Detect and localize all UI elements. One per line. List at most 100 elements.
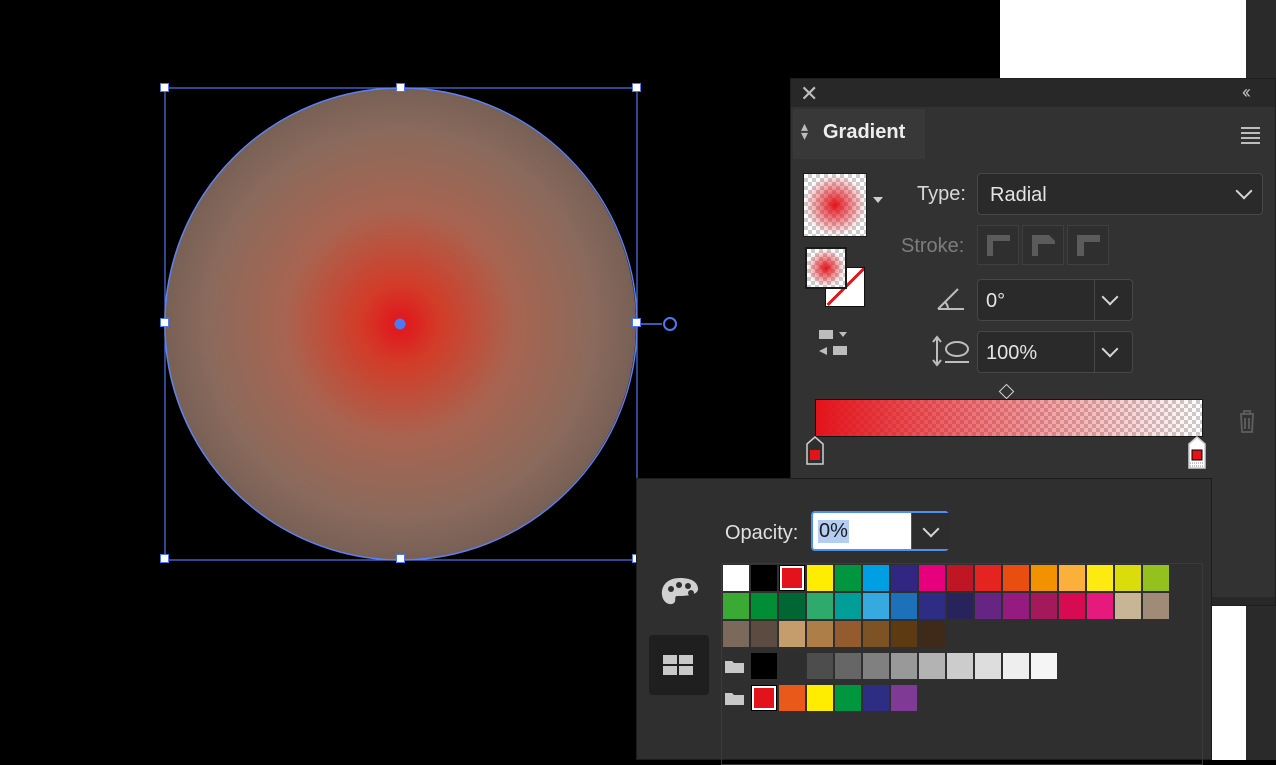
bbox-handle-top[interactable] bbox=[396, 83, 405, 92]
stroke-label: Stroke: bbox=[901, 235, 965, 257]
chevron-down-icon[interactable] bbox=[1101, 340, 1119, 358]
gradient-annotator-origin bbox=[394, 318, 406, 330]
gray-swatch-9[interactable] bbox=[1003, 653, 1029, 679]
swatch-0[interactable] bbox=[723, 565, 749, 591]
type-value: Radial bbox=[990, 184, 1047, 206]
gray-swatch-0[interactable] bbox=[751, 653, 777, 679]
panel-title: Gradient bbox=[823, 121, 906, 143]
swatch-9[interactable] bbox=[975, 593, 1001, 619]
folder-icon bbox=[725, 661, 744, 673]
swatch-13[interactable] bbox=[1087, 565, 1113, 591]
bbox-handle-top-right[interactable] bbox=[632, 83, 641, 92]
swatch-14[interactable] bbox=[1115, 593, 1141, 619]
swatch-0[interactable] bbox=[723, 593, 749, 619]
swatch-5[interactable] bbox=[863, 621, 889, 647]
stroke-across-button[interactable] bbox=[1067, 225, 1109, 265]
bbox-handle-top-left[interactable] bbox=[160, 83, 169, 92]
aspect-ratio-icon bbox=[932, 335, 969, 367]
gray-swatch-3[interactable] bbox=[835, 653, 861, 679]
gray-swatch-5[interactable] bbox=[891, 653, 917, 679]
trash-icon[interactable] bbox=[1237, 409, 1257, 433]
gray-swatch-1[interactable] bbox=[779, 653, 805, 679]
angle-value: 0° bbox=[986, 290, 1006, 312]
swatch-6[interactable] bbox=[891, 593, 917, 619]
swatch-14[interactable] bbox=[1115, 565, 1141, 591]
gray-swatch-4[interactable] bbox=[863, 653, 889, 679]
group-swatch-1[interactable] bbox=[779, 685, 805, 711]
swatch-6[interactable] bbox=[891, 565, 917, 591]
panel-menu-icon[interactable] bbox=[1241, 127, 1260, 144]
gray-swatch-6[interactable] bbox=[919, 653, 945, 679]
group-swatch-5[interactable] bbox=[891, 685, 917, 711]
swatch-15[interactable] bbox=[1143, 593, 1169, 619]
swatch-8[interactable] bbox=[947, 565, 973, 591]
swatch-9[interactable] bbox=[975, 565, 1001, 591]
swatch-12[interactable] bbox=[1059, 565, 1085, 591]
swatch-10[interactable] bbox=[1003, 565, 1029, 591]
gradient-midpoint-diamond[interactable] bbox=[998, 383, 1015, 400]
swatch-7[interactable] bbox=[919, 621, 945, 647]
swatch-1[interactable] bbox=[751, 621, 777, 647]
swatch-13[interactable] bbox=[1087, 593, 1113, 619]
swatch-4[interactable] bbox=[835, 593, 861, 619]
thumbnail-dropdown-icon[interactable] bbox=[873, 197, 883, 203]
swatch-2[interactable] bbox=[779, 593, 805, 619]
bbox-handle-right[interactable] bbox=[632, 318, 641, 327]
swatch-3[interactable] bbox=[807, 621, 833, 647]
swatch-0[interactable] bbox=[723, 621, 749, 647]
swatch-popup: Opacity: 0% bbox=[636, 478, 1212, 765]
angle-icon bbox=[937, 288, 964, 310]
swatch-11[interactable] bbox=[1031, 565, 1057, 591]
swatch-4[interactable] bbox=[835, 565, 861, 591]
swatch-4[interactable] bbox=[835, 621, 861, 647]
color-stop-right-selected[interactable] bbox=[1187, 436, 1207, 470]
folder-icon bbox=[725, 693, 744, 705]
gray-swatch-8[interactable] bbox=[975, 653, 1001, 679]
gray-swatch-2[interactable] bbox=[807, 653, 833, 679]
stroke-along-button[interactable] bbox=[1022, 225, 1064, 265]
tab-reorder-icon: ▴ ▾ bbox=[801, 118, 809, 143]
swatch-7[interactable] bbox=[919, 593, 945, 619]
color-stop-left[interactable] bbox=[805, 436, 825, 466]
swatch-8[interactable] bbox=[947, 593, 973, 619]
swatch-10[interactable] bbox=[1003, 593, 1029, 619]
swatch-6[interactable] bbox=[891, 621, 917, 647]
bbox-handle-bottom-left[interactable] bbox=[160, 554, 169, 563]
swatch-2[interactable] bbox=[779, 565, 805, 591]
gradient-slider[interactable] bbox=[815, 399, 1203, 437]
reverse-gradient-icon[interactable] bbox=[817, 327, 853, 359]
chevron-down-icon bbox=[1235, 182, 1253, 200]
swatch-5[interactable] bbox=[863, 565, 889, 591]
gray-swatch-7[interactable] bbox=[947, 653, 973, 679]
tab-gradient[interactable]: ▴ ▾ Gradient bbox=[793, 109, 925, 159]
aspect-ratio-field[interactable]: 100% bbox=[977, 331, 1133, 373]
close-icon[interactable]: ✕ bbox=[800, 81, 818, 107]
collapse-icon[interactable]: ‹‹ bbox=[1242, 82, 1251, 103]
swatch-15[interactable] bbox=[1143, 565, 1169, 591]
bbox-handle-bottom[interactable] bbox=[396, 554, 405, 563]
swatch-5[interactable] bbox=[863, 593, 889, 619]
bbox-handle-left[interactable] bbox=[160, 318, 169, 327]
gray-swatch-10[interactable] bbox=[1031, 653, 1057, 679]
swatch-3[interactable] bbox=[807, 593, 833, 619]
swatch-12[interactable] bbox=[1059, 593, 1085, 619]
stroke-within-button[interactable] bbox=[977, 225, 1019, 265]
group-swatch-4[interactable] bbox=[863, 685, 889, 711]
swatch-1[interactable] bbox=[751, 565, 777, 591]
gradient-annotator-endpoint bbox=[663, 317, 677, 331]
group-swatch-2[interactable] bbox=[807, 685, 833, 711]
chevron-down-icon[interactable] bbox=[1101, 288, 1119, 306]
group-swatch-3[interactable] bbox=[835, 685, 861, 711]
panel-titlebar bbox=[791, 79, 1275, 107]
swatch-11[interactable] bbox=[1031, 593, 1057, 619]
angle-field[interactable]: 0° bbox=[977, 279, 1133, 321]
type-dropdown[interactable]: Radial bbox=[977, 173, 1263, 215]
fill-gradient-swatch[interactable] bbox=[805, 247, 847, 289]
swatch-7[interactable] bbox=[919, 565, 945, 591]
swatch-1[interactable] bbox=[751, 593, 777, 619]
gradient-thumbnail[interactable] bbox=[803, 173, 867, 237]
swatch-2[interactable] bbox=[779, 621, 805, 647]
aspect-ratio-value: 100% bbox=[986, 342, 1038, 364]
group-swatch-0[interactable] bbox=[751, 685, 777, 711]
swatch-3[interactable] bbox=[807, 565, 833, 591]
